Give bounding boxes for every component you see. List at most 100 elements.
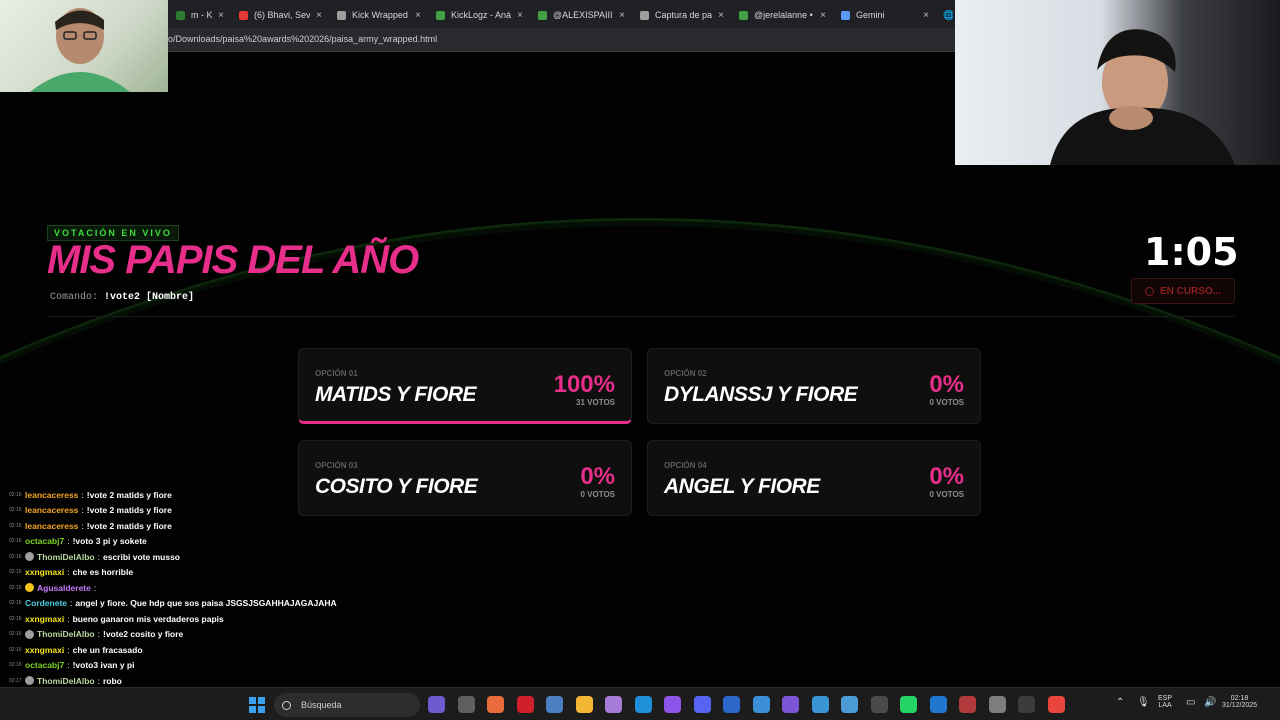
tab-close-icon[interactable]: × [718, 10, 724, 21]
user-badge-icon [25, 583, 34, 593]
chat-username[interactable]: xxngmaxi [25, 614, 64, 624]
option-card-4[interactable]: OPCIÓN 04 ANGEL Y FIORE 0% 0 VOTOS [647, 440, 981, 516]
chat-text: !vote2 cosito y fiore [102, 629, 184, 640]
chat-username[interactable]: xxngmaxi [25, 567, 64, 577]
chat-username[interactable]: octacabj7 [25, 536, 64, 546]
chat-username[interactable]: ThomiDelAlbo [37, 676, 95, 686]
favicon-icon [640, 10, 649, 20]
chat-separator: : [70, 598, 73, 609]
chat-message: 02:16 xxngmaxi: che es horrible [0, 565, 330, 581]
chat-message: 02:16 ThomiDelAlbo: escribi vote musso [0, 549, 330, 565]
tab-close-icon[interactable]: × [316, 10, 322, 21]
command-label: Comando: [50, 292, 99, 303]
tab-close-icon[interactable]: × [923, 10, 929, 21]
copilot-icon[interactable] [487, 696, 504, 713]
settings-icon[interactable] [988, 696, 1006, 713]
network-icon[interactable]: ▭ [1186, 697, 1195, 708]
whatsapp-icon[interactable] [900, 696, 917, 713]
explorer-icon[interactable] [575, 696, 593, 713]
url-text[interactable]: o/Downloads/paisa%20awards%202026/paisa_… [168, 34, 437, 44]
notes-icon[interactable] [841, 696, 858, 713]
pen-icon[interactable] [605, 696, 622, 713]
tab-close-icon[interactable]: × [415, 10, 421, 21]
volume-icon[interactable]: 🔊 [1204, 697, 1216, 708]
browser-tab[interactable]: Gemini × [835, 4, 935, 26]
chat-username[interactable]: ThomiDelAlbo [37, 629, 95, 639]
chat-username[interactable]: leancaceress [25, 490, 78, 500]
tab-label: Kick Wrapped - P [352, 10, 409, 20]
user-badge-icon [25, 676, 34, 686]
search-placeholder: Búsqueda [301, 700, 342, 710]
store-icon[interactable] [546, 696, 563, 713]
chat-message: 02:16 octacabj7: !voto3 ivan y pi [0, 658, 330, 674]
option-number: OPCIÓN 03 [315, 461, 358, 470]
language-code: ESP [1158, 695, 1173, 702]
option-card-3[interactable]: OPCIÓN 03 COSITO Y FIORE 0% 0 VOTOS [298, 440, 632, 516]
chat-separator: : [93, 582, 97, 593]
favicon-icon [436, 10, 445, 20]
terminal-icon[interactable] [1018, 696, 1035, 713]
chat-text: !vote 2 matids y fiore [86, 505, 172, 516]
browser-tab[interactable]: m - Kick Das × [170, 4, 230, 26]
vpn-icon[interactable] [664, 696, 681, 713]
person-silhouette [1050, 29, 1235, 165]
widgets-icon[interactable] [428, 696, 445, 713]
chat-timestamp: 02:16 [9, 507, 22, 514]
search-icon [282, 700, 291, 710]
archive-icon[interactable] [959, 696, 976, 713]
chat-username[interactable]: Cordenete [25, 598, 67, 608]
edge-icon[interactable] [634, 696, 652, 713]
tab-close-icon[interactable]: × [619, 10, 625, 21]
clock-icon [1144, 286, 1154, 296]
word-icon[interactable] [723, 696, 740, 713]
browser-tab[interactable]: (6) Bhavi, Seven K × [233, 4, 328, 26]
chat-username[interactable]: octacabj7 [25, 660, 64, 670]
windows-start-icon[interactable] [249, 697, 265, 713]
tab-close-icon[interactable]: × [218, 10, 224, 21]
chat-timestamp: 02:16 [9, 553, 22, 560]
tray-chevron-icon[interactable]: ⌃ [1116, 697, 1124, 708]
browser-tab[interactable]: Captura de panta × [634, 4, 730, 26]
chat-username[interactable]: ThomiDelAlbo [37, 552, 95, 562]
chat-text: che un fracasado [72, 644, 143, 655]
browser-tab[interactable]: KickLogz - Anális × [430, 4, 529, 26]
option-number: OPCIÓN 02 [664, 369, 707, 378]
outlook-icon[interactable] [929, 696, 947, 713]
tab-close-icon[interactable]: × [517, 10, 523, 21]
chat-username[interactable]: Agusalderete [37, 583, 91, 593]
taskbar-search[interactable]: Búsqueda [274, 693, 420, 717]
opera-icon[interactable] [516, 696, 534, 713]
user-badge-icon [25, 629, 34, 639]
option-percent: 0% [580, 463, 615, 490]
chat-text: robo [102, 675, 122, 686]
tab-close-icon[interactable]: × [820, 10, 826, 21]
clock[interactable]: 02:18 31/12/2025 [1222, 695, 1257, 709]
browser-tab[interactable]: Kick Wrapped - P × [331, 4, 427, 26]
chat-username[interactable]: xxngmaxi [25, 645, 64, 655]
chat-separator: : [67, 613, 70, 624]
chrome-icon[interactable] [1047, 696, 1065, 713]
user-badge-icon [25, 552, 34, 562]
chat-text: !voto 3 pi y sokete [72, 536, 147, 547]
globe-icon[interactable]: 🌐 [937, 4, 953, 26]
chat-text: !vote 2 matids y fiore [86, 520, 172, 531]
option-card-1[interactable]: OPCIÓN 01 MATIDS Y FIORE 100% 31 VOTOS [298, 348, 632, 424]
game-icon[interactable] [782, 696, 799, 713]
language-indicator[interactable]: ESP LAA [1158, 695, 1172, 709]
clock-date: 31/12/2025 [1222, 702, 1258, 709]
discord-icon[interactable] [693, 696, 711, 713]
microphone-icon[interactable]: 🎙 [1137, 697, 1150, 708]
task-view-icon[interactable] [457, 696, 475, 713]
chat-separator: : [81, 489, 84, 500]
chat-timestamp: 02:16 [9, 662, 22, 669]
browser-tab[interactable]: @jerelalanne • 20 × [733, 4, 832, 26]
chat-username[interactable]: leancaceress [25, 521, 78, 531]
webcam-overlay-right [955, 0, 1280, 165]
command-value: !vote2 [Nombre] [104, 292, 195, 303]
browser-tab[interactable]: @ALEXISPAIII • 2(× [532, 4, 631, 26]
chat-username[interactable]: leancaceress [25, 505, 78, 515]
photos-icon[interactable] [811, 696, 829, 713]
option-card-2[interactable]: OPCIÓN 02 DYLANSSJ Y FIORE 0% 0 VOTOS [647, 348, 981, 424]
obs-icon[interactable] [870, 696, 888, 713]
c-app-icon[interactable] [752, 696, 770, 713]
